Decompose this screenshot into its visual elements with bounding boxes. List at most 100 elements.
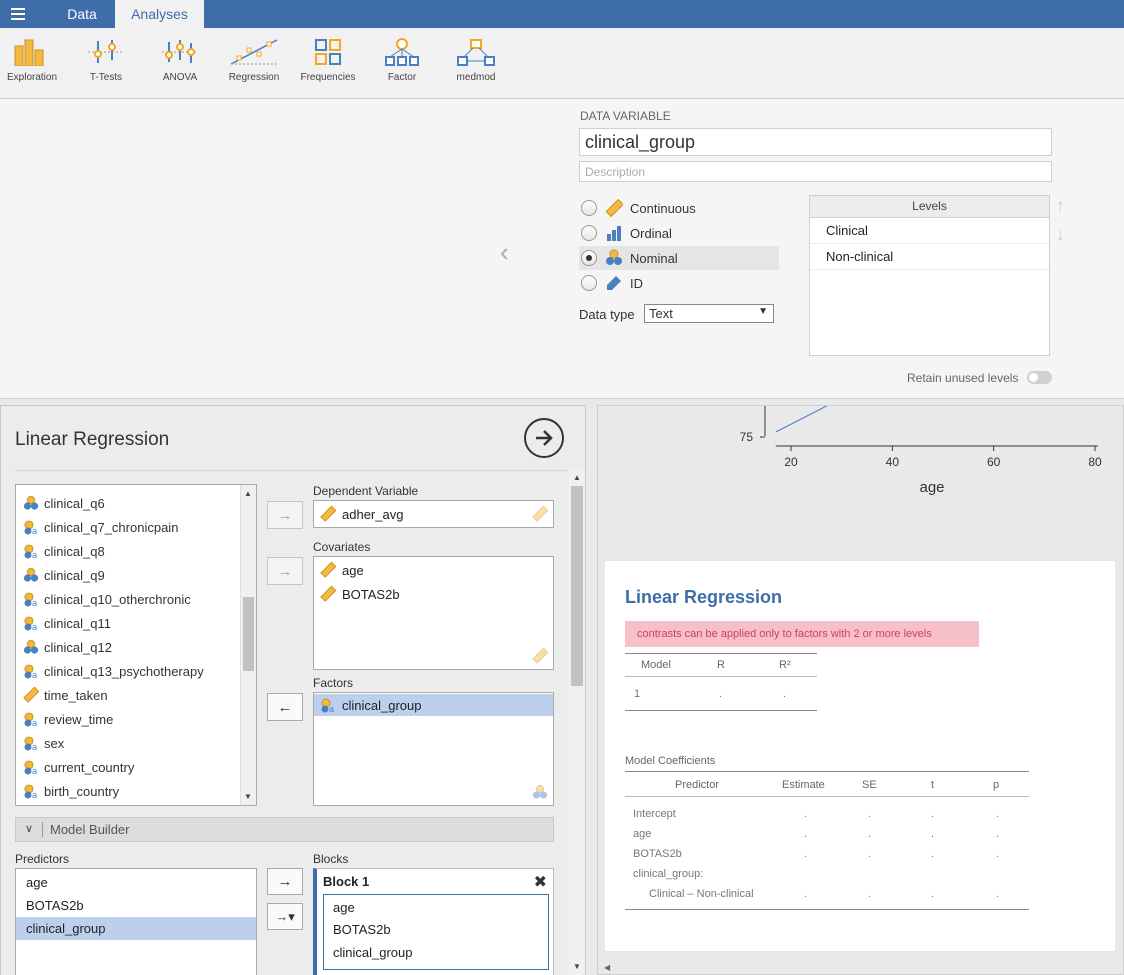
- move-to-dependent-button[interactable]: →: [267, 501, 303, 529]
- radio-button-selected[interactable]: [581, 250, 597, 266]
- list-item[interactable]: a birth_country: [23, 780, 119, 802]
- ribbon-exploration-button[interactable]: Exploration: [0, 38, 67, 83]
- move-level-down-arrow-icon[interactable]: ↓: [1056, 225, 1065, 245]
- x-axis-label: age: [919, 479, 944, 496]
- table-rule: [625, 771, 1029, 772]
- nominal-text-icon: a: [24, 616, 37, 631]
- arrow-left-icon: ←: [277, 698, 293, 716]
- list-item[interactable]: a current_country: [23, 756, 134, 778]
- factors-box[interactable]: a clinical_group: [313, 692, 554, 806]
- ribbon-factor-button[interactable]: Factor: [367, 38, 437, 83]
- scroll-up-arrow-icon[interactable]: ▲: [244, 489, 252, 498]
- scroll-up-arrow-icon[interactable]: ▲: [573, 473, 581, 482]
- ribbon-medmod-button[interactable]: medmod: [441, 38, 511, 83]
- scrollbar-thumb[interactable]: [571, 486, 583, 686]
- list-item[interactable]: a clinical_q11: [23, 612, 111, 634]
- svg-text:a: a: [32, 550, 37, 559]
- options-panel-scrollbar[interactable]: ▲ ▼: [569, 469, 585, 975]
- radio-button[interactable]: [581, 275, 597, 291]
- add-interaction-dropdown-button[interactable]: →▾: [267, 903, 303, 930]
- results-panel: 20 40 60 80 75 age Linear Regression contra…: [597, 405, 1124, 975]
- tab-data[interactable]: Data: [50, 0, 114, 28]
- x-tick-label: 80: [1088, 455, 1102, 469]
- ribbon-frequencies-button[interactable]: Frequencies: [293, 38, 363, 83]
- list-item[interactable]: age: [16, 871, 256, 894]
- model-builder-section-header[interactable]: ∨ Model Builder: [15, 817, 554, 842]
- list-item[interactable]: BOTAS2b: [16, 894, 256, 917]
- list-item[interactable]: age: [333, 897, 355, 919]
- list-item[interactable]: clinical_q12: [23, 636, 112, 658]
- list-item[interactable]: a clinical_q10_otherchronic: [23, 588, 191, 610]
- results-horizontal-scrollbar[interactable]: ◀: [598, 961, 1123, 974]
- variable-list[interactable]: clinical_q6 a clinical_q7_chronicpain a …: [15, 484, 257, 806]
- radio-button[interactable]: [581, 225, 597, 241]
- variable-name-field[interactable]: clinical_group: [579, 128, 1052, 156]
- table-rule: [625, 676, 817, 677]
- analyses-ribbon: Exploration T-Tests ANOVA Regression Fre…: [0, 28, 1124, 99]
- ordinal-bars-icon: [607, 226, 621, 241]
- variable-description-field[interactable]: Description: [579, 161, 1052, 182]
- table-cell: .: [996, 888, 1000, 900]
- list-item[interactable]: time_taken: [23, 684, 108, 706]
- scroll-left-arrow-icon[interactable]: ◀: [604, 963, 610, 972]
- measure-type-id[interactable]: ID: [579, 271, 779, 295]
- list-item[interactable]: adher_avg: [320, 503, 403, 525]
- retain-unused-levels-toggle[interactable]: [1027, 371, 1052, 384]
- ribbon-anova-button[interactable]: ANOVA: [145, 38, 215, 83]
- table-header: p: [993, 779, 1000, 791]
- table-cell: Intercept: [633, 808, 676, 820]
- nominal-text-icon: a: [24, 544, 37, 559]
- level-item[interactable]: Non-clinical: [810, 244, 1049, 270]
- table-cell: .: [868, 808, 872, 820]
- nominal-icon: [23, 639, 39, 654]
- scroll-down-arrow-icon[interactable]: ▼: [573, 962, 581, 971]
- ribbon-ttests-button[interactable]: T-Tests: [71, 38, 141, 83]
- list-item[interactable]: clinical_q9: [23, 564, 105, 586]
- ribbon-label: Exploration: [6, 72, 58, 83]
- hamburger-menu-icon[interactable]: [0, 0, 36, 28]
- list-item[interactable]: a clinical_group: [314, 694, 553, 716]
- move-from-factors-button[interactable]: ←: [267, 693, 303, 721]
- list-item[interactable]: a clinical_q8: [23, 540, 105, 562]
- variable-list-scrollbar[interactable]: ▲ ▼: [240, 485, 256, 805]
- dependent-variable-box[interactable]: adher_avg: [313, 500, 554, 528]
- covariates-box[interactable]: age BOTAS2b: [313, 556, 554, 670]
- list-item[interactable]: clinical_group: [333, 942, 413, 964]
- anova-icon: [162, 40, 198, 63]
- close-options-arrow-icon[interactable]: [524, 418, 564, 458]
- table-cell: .: [868, 828, 872, 840]
- measure-type-continuous[interactable]: Continuous: [579, 196, 779, 220]
- scrollbar-thumb[interactable]: [243, 597, 254, 671]
- list-item[interactable]: a clinical_q13_psychotherapy: [23, 660, 204, 682]
- list-item[interactable]: a review_time: [23, 708, 113, 730]
- continuous-icon: [320, 586, 336, 602]
- retain-unused-levels-label: Retain unused levels: [907, 371, 1019, 385]
- list-item[interactable]: clinical_q6: [23, 492, 105, 514]
- move-to-covariates-button[interactable]: →: [267, 557, 303, 585]
- table-header: Estimate: [782, 779, 825, 791]
- level-item[interactable]: Clinical: [810, 218, 1049, 244]
- data-type-select[interactable]: Text ▼: [644, 304, 774, 323]
- list-item[interactable]: a clinical_q7_chronicpain: [23, 516, 178, 538]
- ribbon-regression-button[interactable]: Regression: [219, 38, 289, 83]
- results-title: Linear Regression: [625, 587, 783, 607]
- list-item[interactable]: age: [320, 559, 364, 581]
- list-item[interactable]: clinical_group: [16, 917, 256, 940]
- continuous-type-hint-icon: [532, 506, 548, 522]
- measure-type-nominal[interactable]: Nominal: [579, 246, 779, 270]
- list-item[interactable]: BOTAS2b: [333, 919, 391, 941]
- add-to-block-button[interactable]: →: [267, 868, 303, 895]
- radio-button[interactable]: [581, 200, 597, 216]
- move-level-up-arrow-icon[interactable]: ↑: [1056, 196, 1065, 216]
- remove-block-close-icon[interactable]: ✖: [534, 872, 547, 892]
- block-terms-list[interactable]: age BOTAS2b clinical_group: [323, 894, 549, 970]
- table-header: Model: [641, 659, 671, 671]
- list-item[interactable]: a sex: [23, 732, 64, 754]
- previous-variable-chevron-icon[interactable]: ‹: [500, 237, 509, 268]
- list-item[interactable]: BOTAS2b: [320, 583, 400, 605]
- predictors-label: Predictors: [15, 852, 70, 866]
- scroll-down-arrow-icon[interactable]: ▼: [244, 792, 252, 801]
- predictors-list[interactable]: age BOTAS2b clinical_group: [15, 868, 257, 975]
- tab-analyses[interactable]: Analyses: [115, 0, 204, 28]
- measure-type-ordinal[interactable]: Ordinal: [579, 221, 779, 245]
